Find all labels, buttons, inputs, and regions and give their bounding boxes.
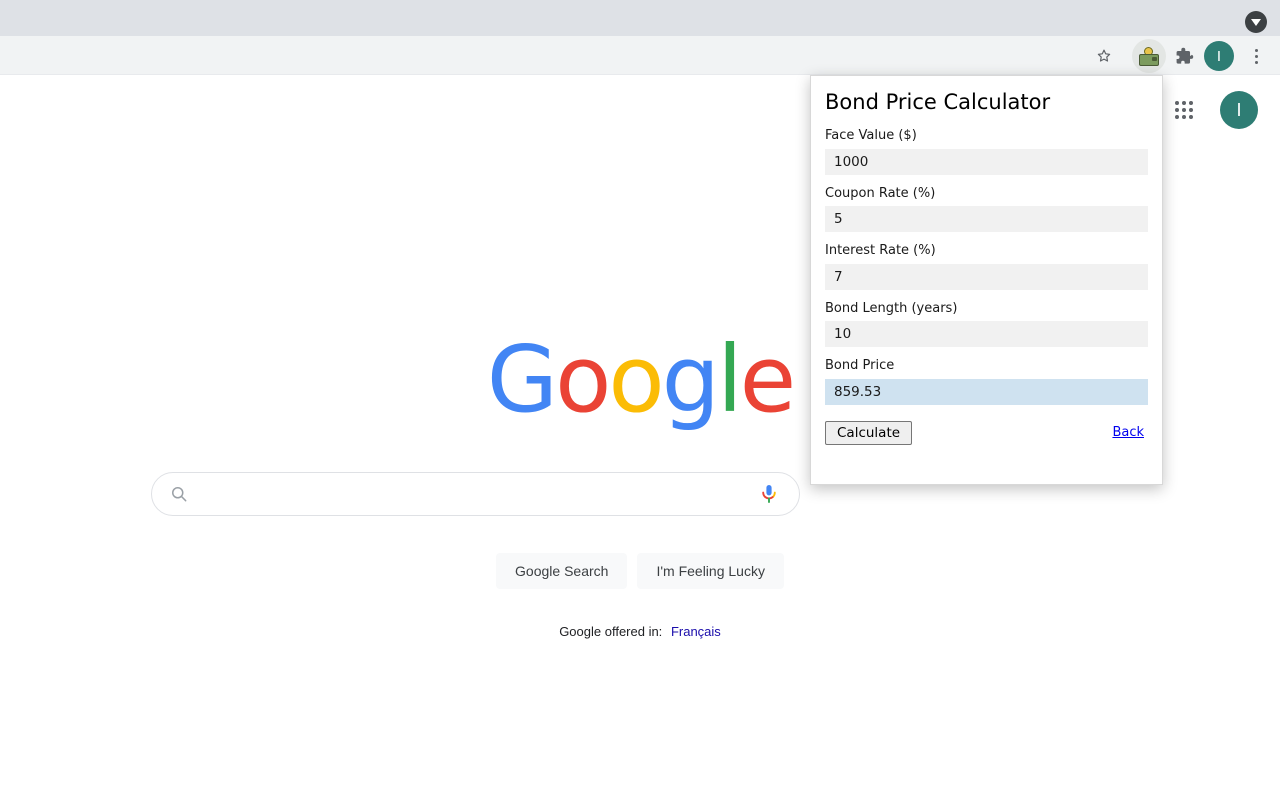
label-bond-length: Bond Length (years) xyxy=(825,301,1148,317)
label-face-value: Face Value ($) xyxy=(825,128,1148,144)
feeling-lucky-button[interactable]: I'm Feeling Lucky xyxy=(637,553,784,589)
apps-grid-glyph xyxy=(1175,101,1193,119)
search-input[interactable] xyxy=(201,479,757,509)
profile-avatar-initial: I xyxy=(1217,49,1221,64)
bond-price-calculator-popup: Bond Price Calculator Face Value ($) Cou… xyxy=(810,75,1163,485)
wallet-money-icon[interactable] xyxy=(1132,39,1166,73)
back-link[interactable]: Back xyxy=(1112,425,1144,440)
language-link-francais[interactable]: Français xyxy=(671,624,721,639)
label-interest-rate: Interest Rate (%) xyxy=(825,243,1148,259)
label-bond-price: Bond Price xyxy=(825,358,1148,374)
triangle-down-glyph xyxy=(1251,19,1261,26)
page-header-right: I xyxy=(1164,90,1258,130)
calculate-button[interactable]: Calculate xyxy=(825,421,912,445)
input-face-value[interactable] xyxy=(825,149,1148,175)
output-bond-price[interactable] xyxy=(825,379,1148,405)
language-offer-text: Google offered in: xyxy=(559,624,662,639)
search-box[interactable] xyxy=(151,472,800,516)
logo-letter-g1: G xyxy=(487,326,555,433)
logo-letter-o1: o xyxy=(555,326,608,433)
avatar-initial: I xyxy=(1236,100,1241,121)
three-dots-vertical-icon[interactable] xyxy=(1240,40,1272,72)
field-group-bond-length: Bond Length (years) xyxy=(825,301,1148,348)
dots-glyph xyxy=(1255,49,1258,64)
field-group-bond-price: Bond Price xyxy=(825,358,1148,405)
wallet-clasp-glyph xyxy=(1152,57,1157,61)
language-offer: Google offered in: Français xyxy=(0,624,1280,639)
star-icon[interactable] xyxy=(1088,40,1120,72)
browser-title-bar xyxy=(0,0,1280,36)
avatar[interactable]: I xyxy=(1220,91,1258,129)
field-group-interest-rate: Interest Rate (%) xyxy=(825,243,1148,290)
input-interest-rate[interactable] xyxy=(825,264,1148,290)
popup-actions: Calculate Back xyxy=(825,421,1148,445)
wallet-body-glyph xyxy=(1139,54,1159,66)
download-chevron-icon[interactable] xyxy=(1245,11,1267,33)
homepage-buttons: Google Search I'm Feeling Lucky xyxy=(0,553,1280,589)
popup-title: Bond Price Calculator xyxy=(825,90,1148,114)
input-coupon-rate[interactable] xyxy=(825,206,1148,232)
microphone-icon[interactable] xyxy=(757,482,781,506)
logo-letter-l: l xyxy=(717,326,740,433)
field-group-coupon-rate: Coupon Rate (%) xyxy=(825,186,1148,233)
puzzle-piece-icon[interactable] xyxy=(1168,40,1200,72)
logo-letter-e: e xyxy=(740,326,794,433)
logo-letter-o2: o xyxy=(608,326,661,433)
browser-toolbar: I xyxy=(0,36,1280,75)
google-search-button[interactable]: Google Search xyxy=(496,553,627,589)
logo-letter-g2: g xyxy=(662,326,717,433)
wallet-glyph xyxy=(1139,47,1159,66)
profile-avatar-toolbar[interactable]: I xyxy=(1204,41,1234,71)
input-bond-length[interactable] xyxy=(825,321,1148,347)
field-group-face-value: Face Value ($) xyxy=(825,128,1148,175)
label-coupon-rate: Coupon Rate (%) xyxy=(825,186,1148,202)
apps-grid-icon[interactable] xyxy=(1164,90,1204,130)
browser-window: I I Google xyxy=(0,0,1280,800)
search-icon xyxy=(169,484,189,504)
